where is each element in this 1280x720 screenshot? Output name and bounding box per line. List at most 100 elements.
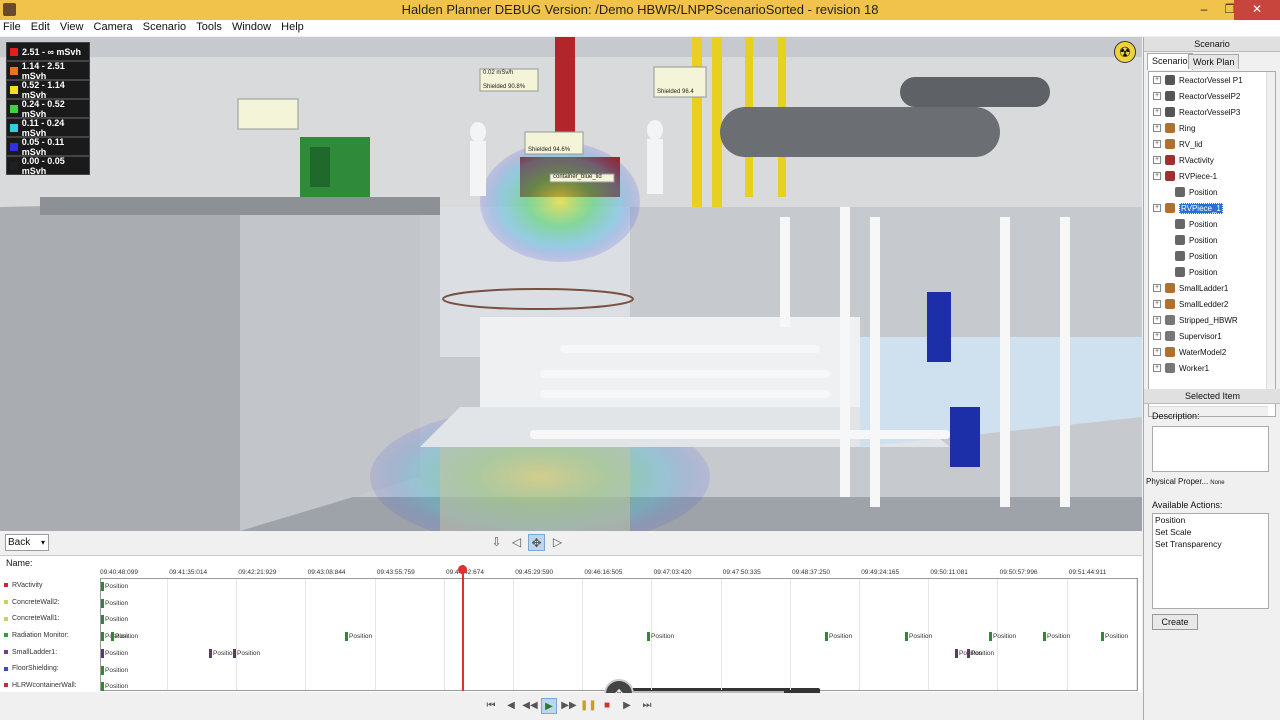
timeline-event[interactable]: Position	[905, 632, 932, 642]
timeline-event[interactable]: Position	[825, 632, 852, 642]
timeline-event[interactable]: Position	[101, 598, 128, 608]
expand-icon[interactable]: +	[1153, 284, 1161, 292]
expand-icon[interactable]: +	[1153, 300, 1161, 308]
expand-icon[interactable]: +	[1153, 140, 1161, 148]
track-label[interactable]: FloorShielding:	[4, 660, 100, 677]
skip-end-icon[interactable]: ⏭	[639, 698, 655, 714]
tree-item[interactable]: Position	[1149, 232, 1275, 248]
tree-item[interactable]: Position	[1149, 184, 1275, 200]
timeline-event[interactable]: Position	[967, 648, 994, 658]
tree-item[interactable]: + SmallLedder2	[1149, 296, 1275, 312]
tree-item[interactable]: + SmallLadder1	[1149, 280, 1275, 296]
rewind-icon[interactable]: ◀◀	[522, 698, 538, 714]
tree-item[interactable]: Position	[1149, 248, 1275, 264]
move-left-icon[interactable]: ◁	[508, 534, 525, 551]
menu-edit[interactable]: Edit	[28, 20, 54, 33]
action-item[interactable]: Set Scale	[1153, 526, 1268, 538]
track-label[interactable]: SmallLadder1:	[4, 644, 100, 661]
menu-tools[interactable]: Tools	[193, 20, 226, 33]
tab-scenario[interactable]: Scenario	[1147, 53, 1193, 70]
track-label[interactable]: ConcreteWall2:	[4, 594, 100, 611]
tree-item[interactable]: + RVPiece-1	[1149, 168, 1275, 184]
timeline-event[interactable]: Position	[101, 682, 128, 692]
timeline-event[interactable]: Position	[1043, 632, 1070, 642]
menu-window[interactable]: Window	[229, 20, 275, 33]
event-marker	[825, 632, 828, 642]
move-right-icon[interactable]: ▷	[549, 534, 566, 551]
track-label[interactable]: RVactivity	[4, 577, 100, 594]
tree-item[interactable]: + Ring	[1149, 120, 1275, 136]
tree-item[interactable]: + ReactorVessel P1	[1149, 72, 1275, 88]
expand-icon[interactable]: +	[1153, 172, 1161, 180]
menu-view[interactable]: View	[57, 20, 88, 33]
event-marker	[905, 632, 908, 642]
tree-item[interactable]: + Worker1	[1149, 360, 1275, 376]
event-marker	[101, 665, 104, 675]
timeline-event[interactable]: Position	[345, 632, 372, 642]
menu-camera[interactable]: Camera	[91, 20, 137, 33]
tree-item[interactable]: + ReactorVesselP3	[1149, 104, 1275, 120]
tree-vertical-scrollbar[interactable]	[1266, 72, 1275, 402]
tree-item[interactable]: Position	[1149, 264, 1275, 280]
timeline-event[interactable]: Position	[101, 648, 128, 658]
stop-icon[interactable]: ■	[599, 698, 615, 714]
create-button[interactable]: Create	[1152, 614, 1198, 630]
move-all-icon[interactable]: ✥	[528, 534, 545, 551]
minimize-button[interactable]: –	[1190, 0, 1218, 20]
action-item[interactable]: Position	[1153, 514, 1268, 526]
menu-scenario[interactable]: Scenario	[140, 20, 190, 33]
expand-icon[interactable]: +	[1153, 108, 1161, 116]
play-icon[interactable]: ▶	[541, 698, 557, 714]
tree-item[interactable]: + RVPiece_1	[1149, 200, 1275, 216]
expand-icon[interactable]: +	[1153, 364, 1161, 372]
track-label[interactable]: Radiation Monitor:	[4, 627, 100, 644]
tree-item[interactable]: + WaterModel2	[1149, 344, 1275, 360]
tab-work-plan[interactable]: Work Plan	[1188, 54, 1240, 69]
move-down-icon[interactable]: ⇩	[488, 534, 505, 551]
timeline-event[interactable]: Position	[111, 632, 139, 642]
actions-list[interactable]: Position Set Scale Set Transparency	[1152, 513, 1269, 609]
timeline-event[interactable]: Position	[233, 648, 260, 658]
pause-icon[interactable]: ❚❚	[580, 698, 597, 714]
tree-item[interactable]: + Supervisor1	[1149, 328, 1275, 344]
expand-icon[interactable]: +	[1153, 204, 1161, 212]
tree-item[interactable]: + RV_lid	[1149, 136, 1275, 152]
tree-item[interactable]: Position	[1149, 216, 1275, 232]
timeline-tracks[interactable]: ✥ PositionPositionPositionPositionPositi…	[100, 565, 1138, 709]
tree-item[interactable]: + Stripped_HBWR	[1149, 312, 1275, 328]
timeline-event[interactable]: Position	[1101, 632, 1128, 642]
description-field[interactable]	[1152, 426, 1269, 472]
event-marker	[101, 682, 104, 692]
fast-forward-icon[interactable]: ▶▶	[561, 698, 577, 714]
step-back-icon[interactable]: ◀	[503, 698, 519, 714]
expand-icon[interactable]: +	[1153, 316, 1161, 324]
menu-help[interactable]: Help	[278, 20, 308, 33]
action-item[interactable]: Set Transparency	[1153, 538, 1268, 550]
expand-icon[interactable]: +	[1153, 76, 1161, 84]
physical-properties[interactable]: Physical Proper... None	[1146, 477, 1225, 486]
expand-icon[interactable]: +	[1153, 332, 1161, 340]
event-label: Position	[115, 633, 139, 641]
timeline-event[interactable]: Position	[101, 615, 128, 625]
radiation-icon[interactable]: ☢	[1114, 41, 1136, 63]
timeline-playhead[interactable]	[458, 565, 468, 691]
timeline-event[interactable]: Position	[989, 632, 1016, 642]
3d-viewport[interactable]: Shielded 90.8% Shielded 94.6% Shielded 9…	[0, 37, 1142, 531]
expand-icon[interactable]: +	[1153, 348, 1161, 356]
skip-start-icon[interactable]: ⏮	[483, 698, 499, 714]
tree-item[interactable]: + RVactivity	[1149, 152, 1275, 168]
track-label[interactable]: HLRWcontainerWall:	[4, 677, 100, 694]
scenario-tree[interactable]: + ReactorVessel P1 + ReactorVesselP2 + Reacto…	[1148, 71, 1276, 417]
expand-icon[interactable]: +	[1153, 124, 1161, 132]
expand-icon[interactable]: +	[1153, 92, 1161, 100]
step-forward-icon[interactable]: ▶	[619, 698, 635, 714]
timeline-event[interactable]: Position	[101, 582, 128, 591]
timeline-event[interactable]: Position	[101, 665, 128, 675]
tree-item[interactable]: + ReactorVesselP2	[1149, 88, 1275, 104]
timeline-event[interactable]: Position	[647, 632, 674, 642]
close-button[interactable]: ✕	[1234, 0, 1280, 20]
expand-icon[interactable]: +	[1153, 156, 1161, 164]
track-label[interactable]: ConcreteWall1:	[4, 610, 100, 627]
back-dropdown[interactable]: Back ▾	[5, 534, 49, 551]
menu-file[interactable]: File	[0, 20, 25, 33]
